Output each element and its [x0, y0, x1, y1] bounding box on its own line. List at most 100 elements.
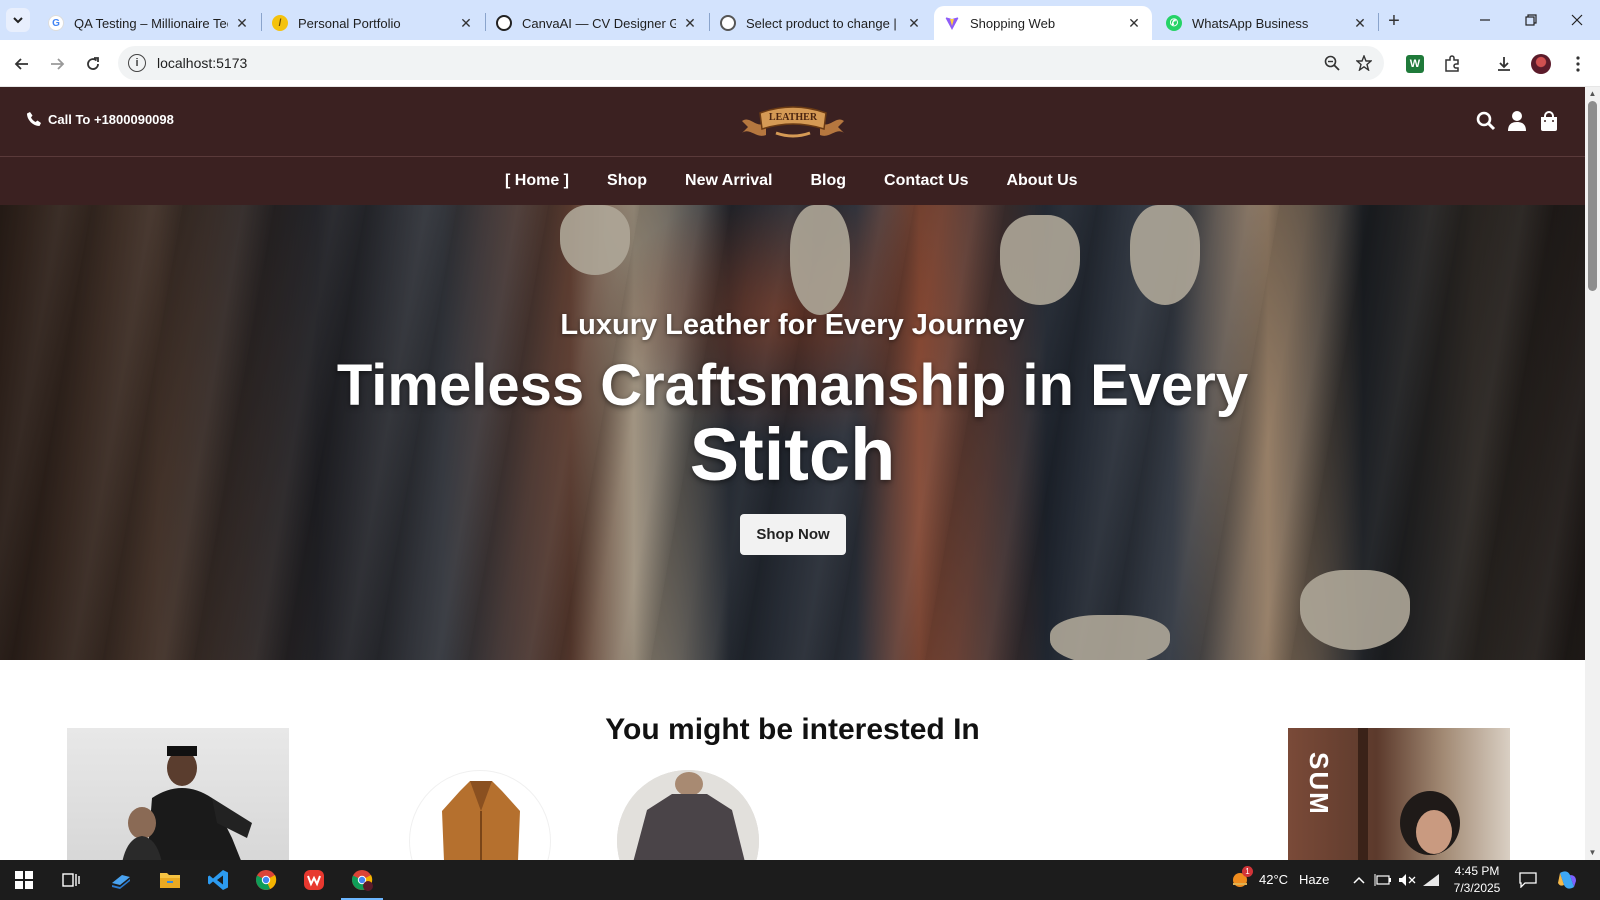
openai-icon — [496, 15, 512, 31]
close-tab-icon[interactable]: ✕ — [682, 15, 698, 31]
close-tab-icon[interactable]: ✕ — [1352, 15, 1368, 31]
extensions-puzzle-icon[interactable] — [1440, 52, 1464, 76]
kebab-menu-icon — [1576, 56, 1580, 72]
nav-new-arrival[interactable]: New Arrival — [685, 172, 772, 190]
volume-muted-icon — [1399, 874, 1416, 886]
volume-control[interactable] — [1395, 868, 1419, 892]
taskbar-chrome-active[interactable] — [341, 868, 383, 900]
promo-image-right[interactable]: SUM — [1288, 728, 1510, 860]
reload-icon — [87, 57, 99, 70]
wps-office-icon — [304, 870, 324, 890]
close-tab-icon[interactable]: ✕ — [1126, 15, 1142, 31]
taskbar-chrome[interactable] — [254, 868, 278, 892]
taskbar-vscode[interactable] — [206, 868, 230, 892]
start-button[interactable] — [12, 868, 36, 892]
star-icon — [1356, 55, 1372, 71]
vite-icon — [945, 17, 959, 30]
url-text[interactable]: localhost:5173 — [157, 55, 247, 71]
nav-home[interactable]: Home — [505, 172, 569, 190]
close-tab-icon[interactable]: ✕ — [234, 15, 250, 31]
close-tab-icon[interactable]: ✕ — [906, 15, 922, 31]
product-circle-jacket[interactable] — [409, 770, 551, 860]
app-icon — [112, 875, 130, 889]
taskbar-file-explorer[interactable] — [158, 868, 182, 892]
close-tab-icon[interactable]: ✕ — [458, 15, 474, 31]
restore-icon — [1525, 14, 1537, 26]
weather-badge: 1 — [1242, 866, 1253, 877]
search-icon — [1476, 111, 1496, 131]
tab-personal-portfolio[interactable]: / Personal Portfolio ✕ — [262, 6, 484, 40]
scroll-up-icon[interactable]: ▲ — [1588, 90, 1597, 98]
tab-separator — [1378, 13, 1379, 31]
close-icon — [1571, 14, 1583, 26]
task-view-button[interactable] — [59, 868, 83, 892]
page-scrollbar[interactable]: ▲ ▼ — [1585, 87, 1600, 860]
nav-blog[interactable]: Blog — [810, 172, 846, 190]
weather-widget[interactable]: 1 — [1228, 866, 1253, 892]
battery-status[interactable] — [1371, 868, 1395, 892]
call-link[interactable]: Call To +1800090098 — [26, 111, 174, 127]
scroll-down-icon[interactable]: ▼ — [1588, 849, 1597, 857]
account-button[interactable] — [1505, 109, 1529, 133]
new-tab-button[interactable]: + — [1382, 9, 1406, 33]
search-button[interactable] — [1474, 109, 1498, 133]
minimize-button[interactable] — [1470, 8, 1500, 32]
tab-canvaai[interactable]: CanvaAI — CV Designer GPT ✕ — [486, 6, 708, 40]
tab-whatsapp-business[interactable]: ✆ WhatsApp Business ✕ — [1156, 6, 1378, 40]
arrow-right-icon — [51, 58, 65, 70]
clock-time[interactable]: 4:45 PM — [1451, 864, 1503, 878]
chevron-up-icon — [1353, 876, 1365, 884]
nav-contact-us[interactable]: Contact Us — [884, 172, 968, 190]
hero-banner: Luxury Leather for Every Journey Timeles… — [0, 205, 1585, 660]
shop-now-button[interactable]: Shop Now — [740, 514, 846, 555]
scrollbar-thumb[interactable] — [1588, 101, 1597, 291]
logo-text: LEATHER — [769, 112, 818, 123]
chrome-profile-icon — [352, 870, 373, 891]
bookmark-star-icon[interactable] — [1354, 53, 1374, 73]
taskbar-wps-office[interactable] — [302, 868, 326, 892]
user-icon — [1508, 111, 1526, 131]
weather-text[interactable]: Haze — [1299, 872, 1329, 887]
hero-subtitle: Luxury Leather for Every Journey — [560, 309, 1025, 341]
vscode-icon — [208, 870, 228, 890]
back-button[interactable] — [8, 50, 36, 78]
download-icon — [1498, 57, 1510, 71]
temperature-text[interactable]: 42°C — [1259, 872, 1288, 887]
forward-button[interactable] — [43, 50, 71, 78]
browser-menu-icon[interactable] — [1566, 52, 1590, 76]
tab-select-product[interactable]: Select product to change | D ✕ — [710, 6, 932, 40]
cart-button[interactable] — [1537, 109, 1561, 133]
google-icon: G — [48, 15, 64, 31]
taskbar: 1 42°C Haze 4:45 PM 7/3/2025 — [0, 860, 1600, 900]
task-view-icon — [62, 873, 80, 887]
extension-whatsapp-icon[interactable]: W — [1403, 52, 1427, 76]
nav-shop[interactable]: Shop — [607, 172, 647, 190]
show-hidden-icons[interactable] — [1347, 868, 1371, 892]
taskbar-app-file-transfer[interactable] — [109, 868, 133, 892]
copilot-icon — [1558, 871, 1576, 889]
reload-button[interactable] — [79, 50, 107, 78]
notifications-button[interactable] — [1516, 868, 1540, 892]
promo-image-left[interactable] — [67, 728, 289, 860]
product-circle-shirt[interactable] — [617, 770, 759, 860]
copilot-button[interactable] — [1555, 868, 1579, 892]
site-info-icon[interactable]: i — [128, 54, 146, 72]
nav-about-us[interactable]: About Us — [1006, 172, 1077, 190]
clock-date[interactable]: 7/3/2025 — [1451, 881, 1503, 895]
site-header: Call To +1800090098 LEATHER — [0, 87, 1585, 157]
web-page: Call To +1800090098 LEATHER Home Shop Ne… — [0, 87, 1585, 860]
close-window-button[interactable] — [1562, 8, 1592, 32]
tab-qa-testing[interactable]: G QA Testing – Millionaire Tech ✕ — [38, 6, 260, 40]
minimize-icon — [1480, 19, 1490, 21]
address-bar[interactable]: i localhost:5173 — [118, 46, 1384, 80]
zoom-icon[interactable] — [1322, 53, 1342, 73]
leather-logo[interactable]: LEATHER — [736, 99, 850, 143]
network-status[interactable] — [1419, 868, 1443, 892]
hero-title: Timeless Craftsmanship in Every Stitch — [0, 353, 1585, 496]
tab-shopping-web[interactable]: Shopping Web ✕ — [934, 6, 1152, 40]
downloads-icon[interactable] — [1492, 52, 1516, 76]
tab-search-button[interactable] — [6, 8, 30, 32]
hero-title-line2: Stitch — [689, 413, 896, 496]
restore-button[interactable] — [1516, 8, 1546, 32]
profile-avatar[interactable] — [1529, 52, 1553, 76]
